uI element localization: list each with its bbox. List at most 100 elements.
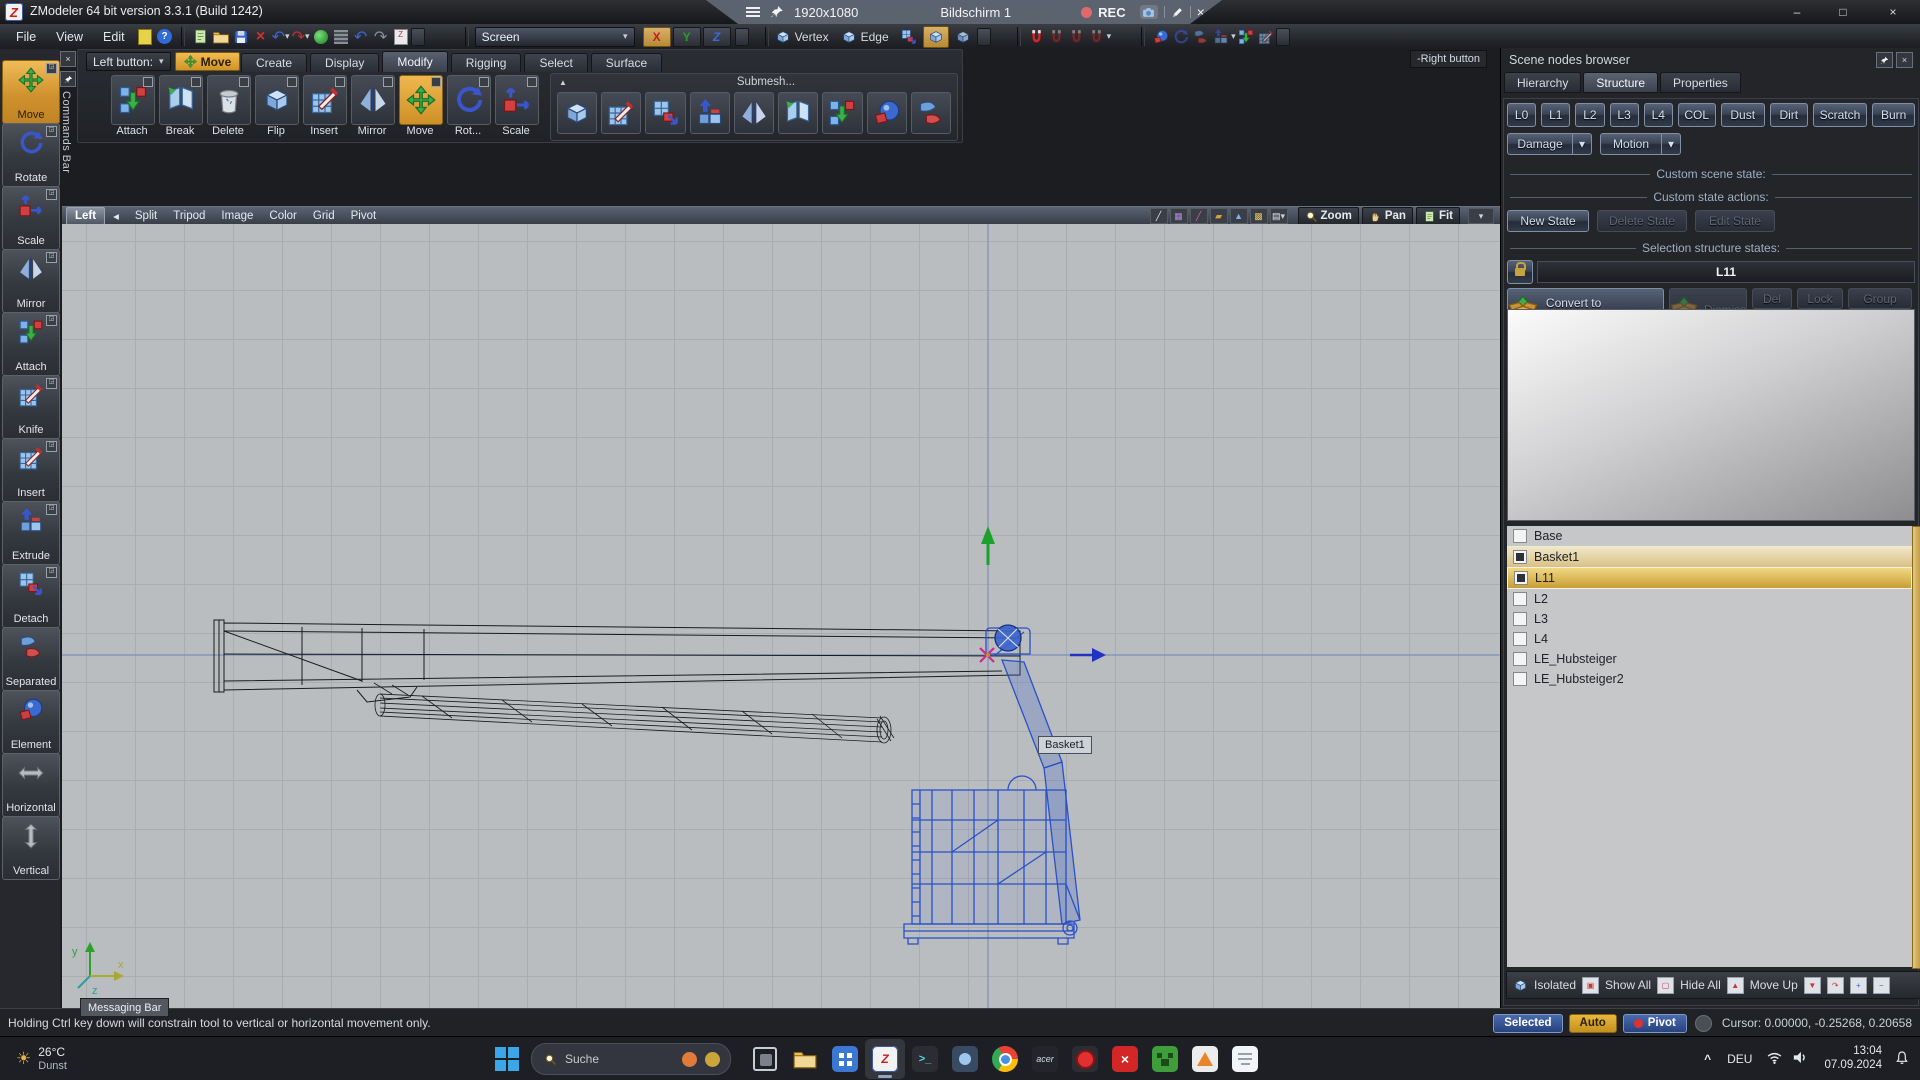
sidebar-tool-attach[interactable]: ◲ Attach	[2, 312, 60, 376]
close-button[interactable]: ×	[1866, 0, 1920, 24]
view-back-icon[interactable]: ◂	[105, 209, 127, 223]
edit-state-button[interactable]: Edit State	[1695, 210, 1775, 232]
cmd-tool-rotate[interactable]	[447, 75, 491, 125]
axis-y-toggle[interactable]: Y	[673, 27, 701, 47]
wifi-icon[interactable]	[1766, 1049, 1783, 1069]
start-button[interactable]	[487, 1039, 527, 1079]
taskbar-app-notepad[interactable]	[1225, 1039, 1265, 1079]
hide-all-icon[interactable]: ▢	[1657, 977, 1674, 994]
tab-select[interactable]: Select	[524, 53, 587, 72]
layer-l3-button[interactable]: L3	[1610, 103, 1639, 127]
node-checkbox[interactable]	[1513, 592, 1527, 606]
polygon-mode-icon[interactable]	[899, 27, 919, 47]
node-checkbox[interactable]	[1513, 632, 1527, 646]
group-button[interactable]: Group	[1848, 288, 1912, 309]
snap-vertex-icon[interactable]	[1047, 27, 1067, 47]
recorder-pin-icon[interactable]	[770, 5, 784, 19]
zoom-button[interactable]: Zoom	[1298, 207, 1359, 225]
node-row-le-hubsteiger[interactable]: LE_Hubsteiger	[1507, 649, 1912, 669]
recorder-menu-icon[interactable]	[746, 5, 760, 19]
taskbar-app-screen-recorder[interactable]	[1065, 1039, 1105, 1079]
node-checkbox[interactable]	[1513, 672, 1527, 686]
tab-rigging[interactable]: Rigging	[451, 53, 522, 72]
node-checkbox[interactable]	[1513, 550, 1527, 564]
mode-mini-button[interactable]	[977, 28, 991, 46]
save-icon[interactable]	[231, 27, 251, 47]
move-up-icon[interactable]: ▲	[1727, 977, 1744, 994]
node-row-l11-selected[interactable]: L11	[1507, 567, 1912, 589]
scene-panel-pin-icon[interactable]	[1876, 52, 1893, 68]
taskbar-app-file-explorer[interactable]	[785, 1039, 825, 1079]
tab-surface[interactable]: Surface	[591, 53, 662, 72]
viewport-menu-tripod[interactable]: Tripod	[165, 210, 213, 222]
notification-bell-icon[interactable]	[1894, 1050, 1910, 1069]
screen-selector-dropdown[interactable]: Screen▾	[475, 27, 635, 47]
isolated-label[interactable]: Isolated	[1534, 978, 1576, 992]
axis-x-toggle[interactable]: X	[643, 27, 671, 47]
clock-widget[interactable]: 13:04 07.09.2024	[1824, 1045, 1882, 1073]
tab-display[interactable]: Display	[310, 53, 379, 72]
compound-mode-icon[interactable]	[953, 27, 973, 47]
node-list-scrollbar[interactable]	[1912, 526, 1920, 969]
fit-button[interactable]: Fit	[1416, 207, 1460, 225]
render-clap-icon[interactable]: ▤▾	[1270, 208, 1288, 224]
language-indicator[interactable]: DEU	[1727, 1052, 1752, 1066]
hide-all-label[interactable]: Hide All	[1680, 978, 1721, 992]
cmd-tool-attach[interactable]	[111, 75, 155, 125]
cmd-tool-delete[interactable]	[207, 75, 251, 125]
taskbar-app-closed-red[interactable]: ×	[1105, 1039, 1145, 1079]
layer-l4-button[interactable]: L4	[1644, 103, 1673, 127]
history-forward-icon[interactable]: ↷	[371, 27, 391, 47]
node-checkbox[interactable]	[1513, 652, 1527, 666]
paint-tool-icon[interactable]	[1256, 27, 1276, 47]
left-button-tool-chip[interactable]: Move	[175, 52, 241, 71]
viewport-dropdown-icon[interactable]: ▾	[1468, 208, 1494, 224]
move-down-icon[interactable]: ▼	[1804, 977, 1821, 994]
layer-dirt-button[interactable]: Dirt	[1770, 103, 1808, 127]
bone-tool-icon[interactable]	[1191, 27, 1211, 47]
taskbar-app-zmodeler[interactable]: Z	[865, 1039, 905, 1079]
vertex-mode-button[interactable]: Vertex	[775, 29, 829, 45]
view-selector-button[interactable]: Left	[66, 207, 105, 225]
cmd-tool-insert[interactable]	[303, 75, 347, 125]
tab-modify[interactable]: Modify	[382, 51, 447, 72]
tab-structure[interactable]: Structure	[1583, 72, 1658, 93]
menu-view[interactable]: View	[46, 24, 93, 49]
sidebar-tool-knife[interactable]: ◲ Knife	[2, 375, 60, 439]
selected-mode-button[interactable]: Selected	[1493, 1014, 1562, 1033]
solid-mode-icon[interactable]: ▦	[1170, 208, 1188, 224]
sidebar-tool-rotate[interactable]: ◲ Rotate	[2, 123, 60, 187]
move-up-label[interactable]: Move Up	[1750, 978, 1798, 992]
sidebar-tool-mirror[interactable]: ◲ Mirror	[2, 249, 60, 313]
sidebar-tool-move[interactable]: ◲ Move	[2, 60, 60, 124]
taskbar-app-task-view[interactable]	[745, 1039, 785, 1079]
edge-mode-button[interactable]: Edge	[841, 29, 889, 45]
submesh-edit-icon[interactable]	[734, 92, 774, 134]
taskbar-app-vlc[interactable]	[1185, 1039, 1225, 1079]
tools-mini-button[interactable]	[1276, 28, 1290, 46]
uv-tool-icon[interactable]	[1151, 27, 1171, 47]
minimize-button[interactable]: –	[1774, 0, 1820, 24]
commands-bar-pin-icon[interactable]	[60, 71, 76, 87]
viewport-menu-pivot[interactable]: Pivot	[343, 210, 385, 222]
taskbar-app-acer[interactable]: acer	[1025, 1039, 1065, 1079]
node-checkbox[interactable]	[1513, 529, 1527, 543]
submesh-uv-icon[interactable]	[778, 92, 818, 134]
node-row-base[interactable]: Base	[1507, 526, 1912, 546]
layer-col-button[interactable]: COL	[1678, 103, 1716, 127]
history-back-icon[interactable]: ↶	[351, 27, 371, 47]
layer-l1-button[interactable]: L1	[1541, 103, 1570, 127]
redo-icon[interactable]: ↷▾	[291, 27, 311, 47]
snap-grid-icon[interactable]	[1087, 27, 1107, 47]
show-all-label[interactable]: Show All	[1605, 978, 1651, 992]
sidebar-tool-insert[interactable]: ◲ Insert	[2, 438, 60, 502]
axis-z-toggle[interactable]: Z	[703, 27, 731, 47]
layer-l0-button[interactable]: L0	[1507, 103, 1536, 127]
node-row-l3[interactable]: L3	[1507, 609, 1912, 629]
layer-dust-button[interactable]: Dust	[1721, 103, 1765, 127]
del-button[interactable]: Del	[1752, 288, 1792, 309]
settings-tool-icon[interactable]	[1236, 27, 1256, 47]
wireframe-mode-icon[interactable]: ╱	[1150, 208, 1168, 224]
open-file-icon[interactable]	[211, 27, 231, 47]
add-node-icon[interactable]: +	[1850, 977, 1867, 994]
